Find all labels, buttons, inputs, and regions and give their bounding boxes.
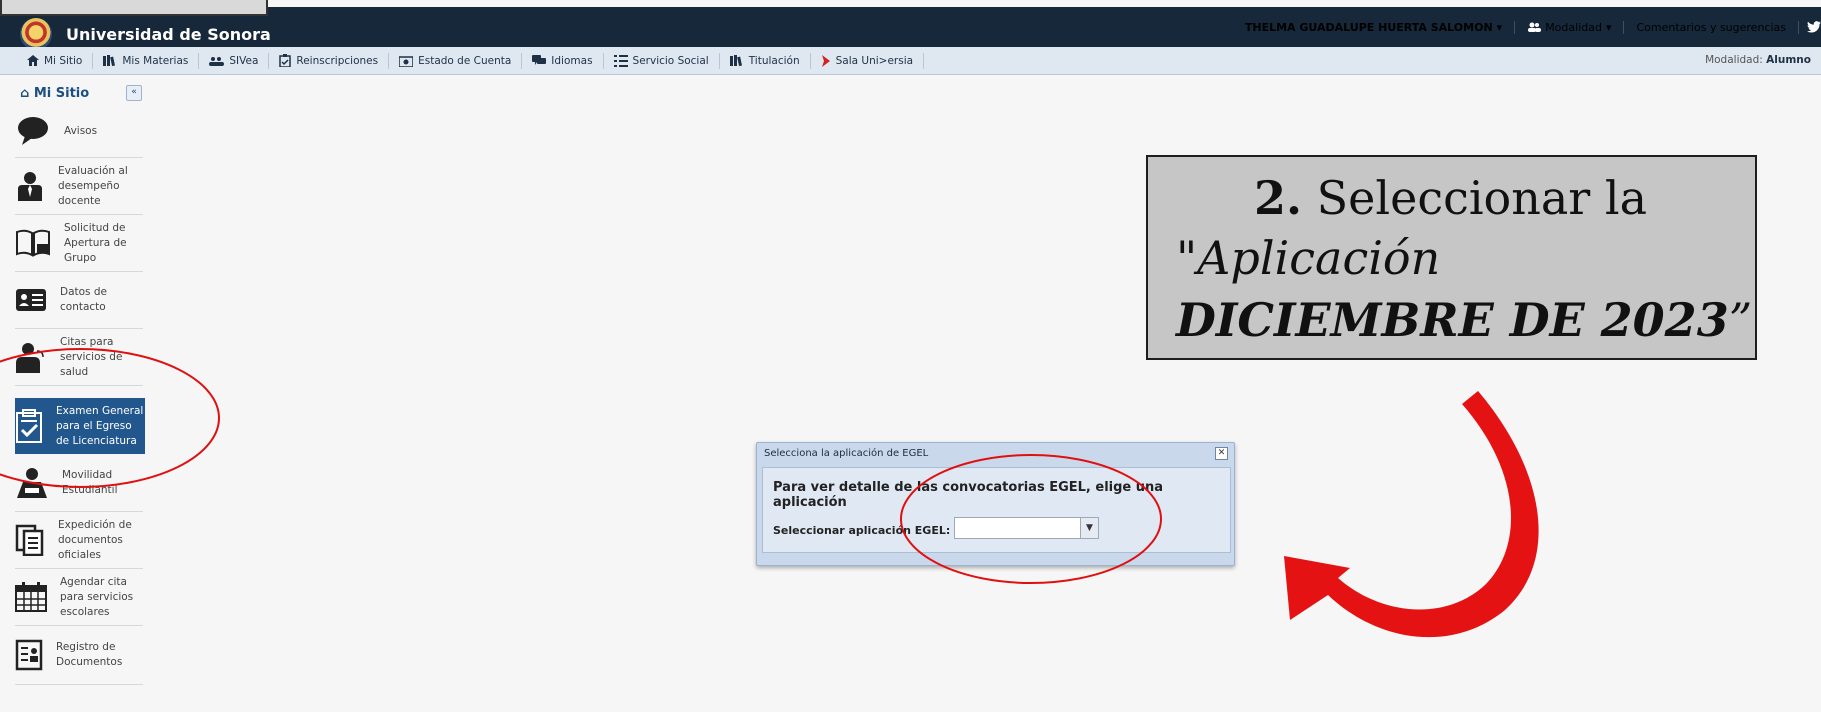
- teacher-icon: [18, 172, 42, 201]
- money-icon: [399, 55, 414, 67]
- dialog-body: Para ver detalle de las convocatorias EG…: [762, 467, 1231, 553]
- modalidad-indicator: Modalidad: Alumno: [1705, 54, 1811, 66]
- nav-titulacion[interactable]: Titulación: [720, 52, 811, 69]
- university-logo[interactable]: [20, 18, 52, 50]
- calendar-icon: [15, 582, 47, 612]
- chevron-right-icon: [821, 54, 830, 67]
- doctor-icon: [16, 343, 44, 373]
- select-label: Seleccionar aplicación EGEL:: [773, 524, 951, 537]
- annotation-arrow: [1284, 391, 1539, 638]
- sidebar-item-label: Datos de contacto: [60, 286, 107, 313]
- comentarios-link[interactable]: Comentarios y sugerencias: [1624, 20, 1799, 34]
- sidebar: ⌂ Mi Sitio « Avisos Evaluación al desemp…: [0, 74, 145, 712]
- nav-label: Servicio Social: [632, 54, 709, 67]
- egel-dialog: Selecciona la aplicación de EGEL ✕ Para …: [756, 442, 1235, 566]
- twitter-icon[interactable]: [1807, 21, 1821, 33]
- nav-label: SIVea: [229, 54, 259, 67]
- chevron-down-icon[interactable]: ▼: [1080, 518, 1098, 538]
- sidebar-item-label: Movilidad Estudiantil: [62, 469, 118, 496]
- sidebar-item-label: Citas para servicios de salud: [60, 335, 123, 378]
- caret-down-icon: ▾: [1496, 20, 1503, 34]
- student-mobility-icon: [17, 468, 47, 498]
- nav-label: Reinscripciones: [296, 54, 379, 67]
- top-right-menu: THELMA GUADALUPE HUERTA SALOMON ▾ Modali…: [1233, 7, 1821, 47]
- users-icon: [1528, 22, 1542, 32]
- id-card-icon: [16, 289, 46, 311]
- user-menu[interactable]: THELMA GUADALUPE HUERTA SALOMON ▾: [1233, 20, 1516, 34]
- dialog-title: Selecciona la aplicación de EGEL: [764, 448, 929, 459]
- callout-line-1: 2. Seleccionar la: [1254, 171, 1647, 225]
- modalidad-label: Modalidad: [1545, 20, 1602, 34]
- speech-bubble-icon: [18, 117, 48, 145]
- sidebar-item-citas-salud[interactable]: Citas para servicios de salud: [15, 329, 143, 386]
- nav-sala-universia[interactable]: Sala Uni>ersia: [811, 52, 925, 69]
- comentarios-label: Comentarios y sugerencias: [1636, 20, 1786, 34]
- open-book-icon: [16, 229, 50, 257]
- sidebar-item-movilidad[interactable]: Movilidad Estudiantil: [15, 455, 143, 512]
- caret-down-icon: ▾: [1605, 20, 1612, 34]
- collapse-sidebar-button[interactable]: «: [126, 85, 142, 101]
- nav-label: Estado de Cuenta: [418, 54, 512, 67]
- sidebar-item-agendar-cita[interactable]: Agendar cita para servicios escolares: [15, 569, 143, 626]
- books-icon: [103, 55, 116, 66]
- sidebar-item-datos-contacto[interactable]: Datos de contacto: [15, 272, 143, 329]
- callout-quote-close: ”: [1728, 293, 1753, 347]
- sidebar-item-label: Solicitud de Apertura de Grupo: [64, 221, 127, 264]
- document-register-icon: [15, 639, 43, 671]
- nav-estado-de-cuenta[interactable]: Estado de Cuenta: [389, 52, 523, 69]
- nav-label: Mis Materias: [122, 54, 189, 67]
- chat-icon: [532, 55, 547, 65]
- nav-label: Idiomas: [551, 54, 593, 67]
- sidebar-item-apertura-grupo[interactable]: Solicitud de Apertura de Grupo: [15, 215, 143, 272]
- home-icon: ⌂: [20, 86, 30, 101]
- sidebar-title[interactable]: ⌂ Mi Sitio: [20, 86, 89, 101]
- callout-step: 2.: [1254, 171, 1303, 225]
- sidebar-item-label: Agendar cita para servicios escolares: [60, 575, 134, 618]
- instruction-callout: 2. Seleccionar la "Aplicación DICIEMBRE …: [1146, 155, 1757, 360]
- sidebar-title-text: Mi Sitio: [33, 86, 90, 101]
- users-icon: [209, 56, 225, 66]
- nav-idiomas[interactable]: Idiomas: [522, 52, 604, 69]
- callout-line-2: "Aplicación DICIEMBRE DE 2023”: [1176, 227, 1756, 351]
- sidebar-item-avisos[interactable]: Avisos: [15, 105, 143, 158]
- app-title[interactable]: Universidad de Sonora: [66, 25, 271, 44]
- sidebar-item-label: Registro de Documentos: [56, 641, 123, 668]
- books-icon: [729, 55, 742, 66]
- egel-application-select[interactable]: ▼: [954, 517, 1099, 539]
- sidebar-item-label: Examen General para el Egreso de Licenci…: [56, 404, 144, 447]
- clipboard-icon: [279, 54, 292, 67]
- modalidad-menu[interactable]: Modalidad ▾: [1515, 20, 1625, 34]
- nav-mis-materias[interactable]: Mis Materias: [93, 52, 200, 69]
- callout-quote-open: ": [1176, 231, 1198, 285]
- home-icon: [27, 55, 39, 66]
- dialog-heading: Para ver detalle de las convocatorias EG…: [773, 480, 1164, 510]
- modalidad-indicator-label: Modalidad:: [1705, 54, 1763, 66]
- sidebar-item-evaluacion[interactable]: Evaluación al desempeño docente: [15, 158, 143, 215]
- sidebar-item-label: Avisos: [64, 124, 98, 137]
- nav-reinscripciones[interactable]: Reinscripciones: [269, 52, 390, 69]
- sidebar-item-registro[interactable]: Registro de Documentos: [15, 626, 143, 685]
- main-navbar: Mi Sitio Mis Materias SIVea Reinscripcio…: [0, 47, 1821, 75]
- user-name: THELMA GUADALUPE HUERTA SALOMON: [1244, 20, 1493, 34]
- callout-italic: Aplicación: [1197, 231, 1441, 285]
- sidebar-item-label: Expedición de documentos oficiales: [58, 518, 132, 561]
- nav-servicio-social[interactable]: Servicio Social: [604, 52, 720, 69]
- window-tab-overlay: [0, 0, 268, 16]
- close-icon[interactable]: ✕: [1215, 447, 1228, 460]
- nav-label: Sala Uni>ersia: [835, 54, 914, 67]
- list-icon: [613, 54, 628, 67]
- exam-clipboard-icon: [16, 409, 42, 443]
- nav-mi-sitio[interactable]: Mi Sitio: [0, 52, 94, 69]
- sidebar-item-expedicion[interactable]: Expedición de documentos oficiales: [15, 512, 143, 569]
- documents-icon: [15, 524, 44, 556]
- sidebar-item-label: Evaluación al desempeño docente: [58, 164, 128, 207]
- callout-bold-italic: DICIEMBRE DE 2023: [1176, 293, 1729, 347]
- top-strip: [0, 0, 1821, 7]
- nav-label: Titulación: [748, 54, 800, 67]
- callout-text-1: Seleccionar la: [1302, 171, 1648, 225]
- sidebar-item-egel[interactable]: Examen General para el Egreso de Licenci…: [15, 398, 145, 454]
- nav-sivea[interactable]: SIVea: [199, 52, 270, 69]
- modalidad-indicator-value: Alumno: [1766, 54, 1811, 66]
- nav-label: Mi Sitio: [44, 54, 83, 67]
